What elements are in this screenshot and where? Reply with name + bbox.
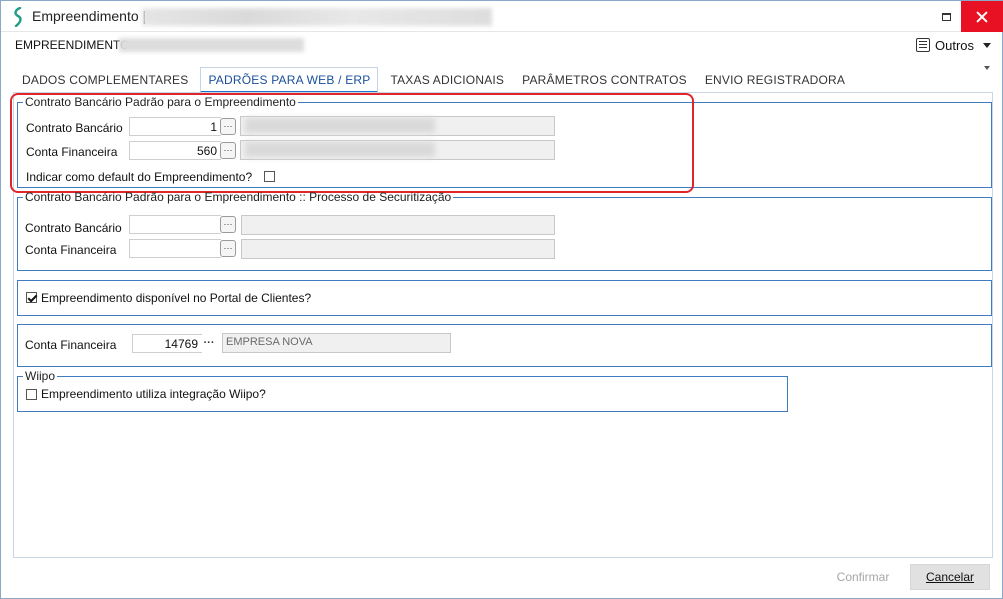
- portal-clientes-checkbox[interactable]: [26, 292, 37, 303]
- overflow-caret-icon[interactable]: [984, 66, 990, 70]
- contrato-bancario-lookup-button[interactable]: ···: [220, 118, 236, 135]
- conta-financeira-main-input[interactable]: [132, 334, 202, 353]
- conta-financeira-input[interactable]: [129, 141, 221, 160]
- redacted-entity-name: [119, 38, 304, 52]
- group-legend: Contrato Bancário Padrão para o Empreend…: [25, 190, 452, 204]
- conta-financeira-label: Conta Financeira: [26, 145, 118, 159]
- list-icon: [916, 38, 930, 52]
- conta-financeira-main-lookup-button[interactable]: ···: [201, 335, 217, 352]
- securitizacao-conta-lookup-button[interactable]: ···: [220, 240, 236, 257]
- cancel-label: Cancelar: [925, 570, 975, 584]
- redacted-title: [142, 8, 492, 26]
- group-legend: Contrato Bancário Padrão para o Empreend…: [25, 95, 296, 109]
- securitizacao-conta-input[interactable]: [129, 239, 221, 258]
- close-icon: [976, 11, 988, 23]
- tab-taxas-adicionais[interactable]: TAXAS ADICIONAIS: [381, 67, 513, 93]
- group-legend: Wiipo: [25, 369, 56, 383]
- securitizacao-contrato-description: [241, 215, 555, 235]
- contrato-bancario-label: Contrato Bancário: [26, 121, 123, 135]
- conta-financeira-lookup-button[interactable]: ···: [220, 142, 236, 159]
- tab-dados-complementares[interactable]: DADOS COMPLEMENTARES: [13, 67, 197, 93]
- tab-label: ENVIO REGISTRADORA: [704, 73, 846, 87]
- securitizacao-conta-label: Conta Financeira: [25, 243, 117, 257]
- tab-envio-registradora[interactable]: ENVIO REGISTRADORA: [696, 67, 854, 93]
- confirm-button[interactable]: Confirmar: [823, 564, 903, 590]
- redacted-contrato-description: [245, 118, 435, 133]
- conta-financeira-main-description: EMPRESA NOVA: [222, 333, 451, 353]
- securitizacao-contrato-lookup-button[interactable]: ···: [220, 216, 236, 233]
- entity-label: EMPREENDIMENTO: [15, 38, 130, 52]
- outros-button[interactable]: Outros: [916, 35, 992, 55]
- app-logo-icon: [14, 7, 22, 27]
- tab-strip: DADOS COMPLEMENTARES PADRÕES PARA WEB / …: [13, 65, 854, 93]
- tab-label: TAXAS ADICIONAIS: [390, 73, 505, 87]
- window-title: Empreendimento |: [32, 8, 147, 24]
- close-button[interactable]: [961, 1, 1003, 32]
- default-empreendimento-checkbox[interactable]: [264, 171, 275, 182]
- wiipo-label: Empreendimento utiliza integração Wiipo?: [41, 387, 266, 401]
- tab-label: PADRÕES PARA WEB / ERP: [208, 72, 371, 87]
- empreendimento-window: Empreendimento | EMPREENDIMENTO Outros D…: [0, 0, 1003, 599]
- contrato-bancario-input[interactable]: [129, 117, 221, 136]
- securitizacao-contrato-input[interactable]: [129, 215, 221, 234]
- redacted-conta-description: [245, 142, 435, 157]
- confirm-label: Confirmar: [836, 570, 890, 584]
- securitizacao-contrato-label: Contrato Bancário: [25, 221, 122, 235]
- outros-label: Outros: [935, 37, 975, 53]
- portal-clientes-label: Empreendimento disponível no Portal de C…: [41, 291, 312, 305]
- restore-button[interactable]: [929, 1, 963, 32]
- conta-financeira-main-label: Conta Financeira: [25, 338, 117, 352]
- title-bar: Empreendimento |: [1, 1, 1003, 32]
- cancel-button[interactable]: Cancelar: [910, 564, 990, 590]
- tab-label: DADOS COMPLEMENTARES: [22, 73, 189, 87]
- tab-label: PARÂMETROS CONTRATOS: [522, 73, 687, 87]
- tab-parametros-contratos[interactable]: PARÂMETROS CONTRATOS: [513, 67, 696, 93]
- securitizacao-conta-description: [241, 239, 555, 259]
- wiipo-checkbox[interactable]: [26, 389, 37, 400]
- default-empreendimento-label: Indicar como default do Empreendimento?: [26, 170, 253, 184]
- restore-icon: [941, 12, 951, 21]
- entity-header: EMPREENDIMENTO Outros: [1, 33, 1002, 59]
- chevron-down-icon: [983, 42, 992, 48]
- tab-padroes-web-erp[interactable]: PADRÕES PARA WEB / ERP: [200, 67, 379, 93]
